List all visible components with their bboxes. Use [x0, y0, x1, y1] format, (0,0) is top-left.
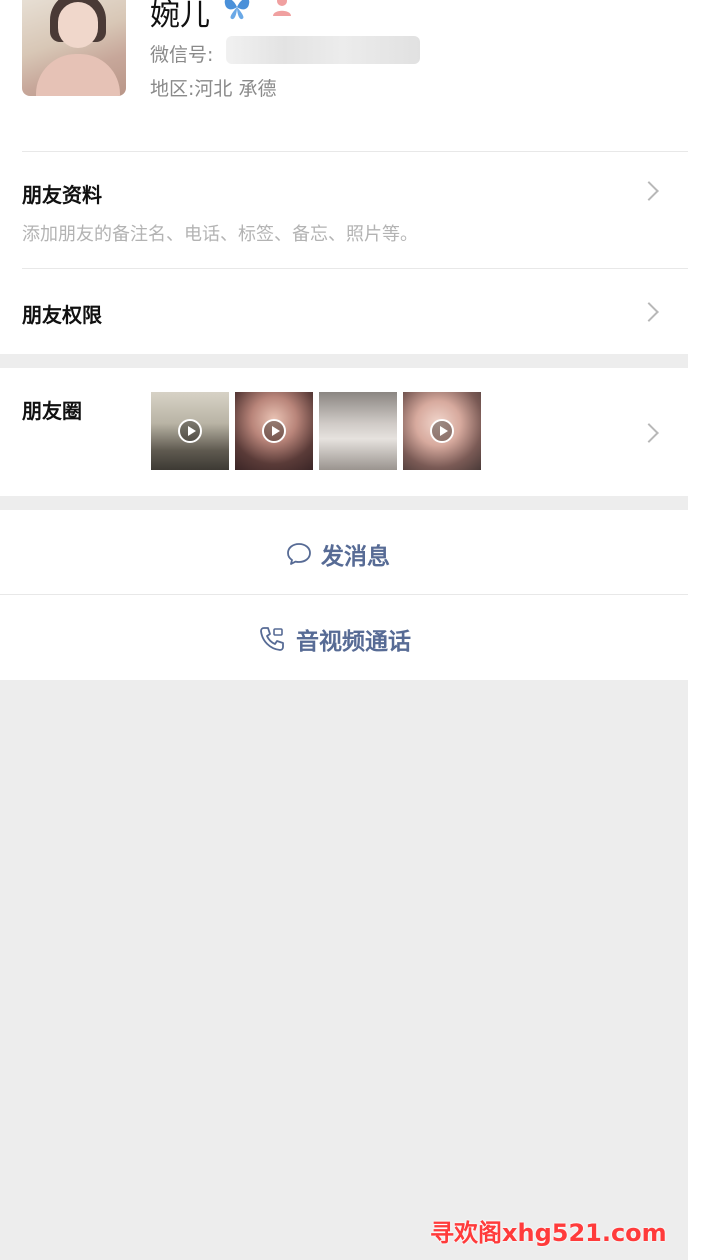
- chevron-right-icon: [639, 181, 659, 201]
- send-message-button[interactable]: 发消息: [0, 510, 688, 594]
- moments-thumbnail[interactable]: [235, 392, 313, 470]
- friend-info-title: 朋友资料: [22, 183, 102, 207]
- profile-header: 婉儿 微信号: 地区:河北 承德: [0, 0, 688, 152]
- moments-thumbnail[interactable]: [151, 392, 229, 470]
- region-text: 地区:河北 承德: [150, 78, 277, 100]
- avatar[interactable]: [22, 0, 126, 96]
- right-margin: [688, 0, 705, 1260]
- play-icon: [262, 419, 286, 443]
- chevron-right-icon: [639, 302, 659, 322]
- wechat-id-redacted: [226, 36, 420, 64]
- moments-thumbnail[interactable]: [403, 392, 481, 470]
- av-call-label: 音视频通话: [296, 629, 411, 655]
- watermark: 寻欢阁xhg521.com: [430, 1219, 667, 1247]
- section-gap: [0, 496, 688, 510]
- play-icon: [430, 419, 454, 443]
- play-icon: [178, 419, 202, 443]
- empty-background: [0, 680, 688, 1260]
- moments-title: 朋友圈: [22, 399, 82, 423]
- section-gap: [0, 354, 688, 368]
- wechat-id-label: 微信号:: [150, 44, 214, 66]
- send-message-label: 发消息: [321, 544, 390, 570]
- person-icon: [273, 0, 291, 16]
- chat-bubble-icon: [287, 543, 311, 565]
- chevron-right-icon: [639, 423, 659, 443]
- profile-name: 婉儿: [150, 0, 210, 33]
- friend-permissions-row[interactable]: 朋友权限: [0, 269, 688, 354]
- phone-call-icon: [260, 627, 284, 651]
- friend-permissions-title: 朋友权限: [22, 303, 102, 327]
- butterfly-icon: [224, 0, 250, 20]
- av-call-button[interactable]: 音视频通话: [0, 595, 688, 680]
- friend-info-row[interactable]: 朋友资料 添加朋友的备注名、电话、标签、备忘、照片等。: [0, 152, 688, 268]
- moments-thumbnail[interactable]: [319, 392, 397, 470]
- friend-info-subtitle: 添加朋友的备注名、电话、标签、备忘、照片等。: [22, 224, 418, 245]
